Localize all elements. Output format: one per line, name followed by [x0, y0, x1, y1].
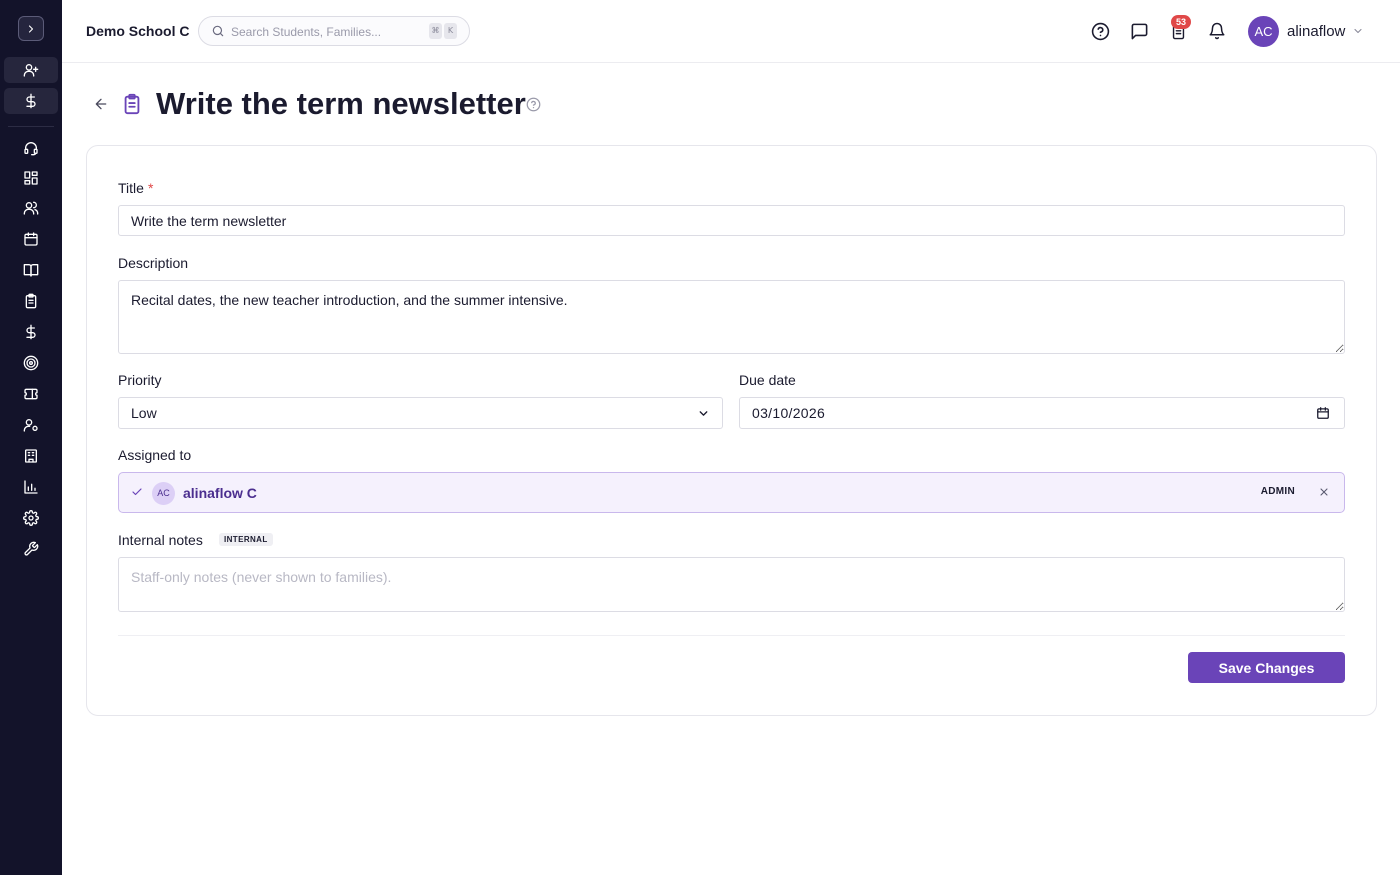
description-textarea[interactable]: Recital dates, the new teacher introduct… — [118, 280, 1345, 354]
sidebar-item-families[interactable] — [4, 195, 58, 221]
chevron-right-icon — [28, 24, 34, 33]
school-name: Demo School C — [86, 23, 190, 39]
title-label-text: Title — [118, 180, 144, 196]
gear-icon — [23, 510, 39, 526]
due-date-label: Due date — [739, 372, 796, 388]
message-square-icon — [1131, 23, 1147, 39]
sidebar-divider — [8, 126, 54, 127]
sidebar-item-staff[interactable] — [4, 412, 58, 438]
required-asterisk: * — [147, 180, 154, 196]
clipboard-icon — [121, 92, 143, 116]
help-button[interactable] — [1089, 20, 1111, 42]
top-header: Demo School C ⌘ K 53 AC alinaflow — [62, 0, 1400, 63]
help-circle-icon[interactable] — [526, 97, 541, 112]
sidebar-item-payments[interactable] — [4, 88, 58, 114]
title-label: Title * — [118, 180, 153, 196]
target-icon — [23, 355, 39, 371]
user-plus-icon — [23, 63, 39, 77]
dashboard-icon — [24, 171, 38, 185]
internal-notes-label: Internal notes — [118, 532, 203, 548]
page-title: Write the term newsletter — [156, 86, 526, 121]
assignee-role-badge: ADMIN — [1260, 486, 1295, 497]
user-avatar[interactable]: AC — [1248, 16, 1279, 47]
sidebar-item-tasks[interactable] — [4, 288, 58, 314]
sidebar-item-add-student[interactable] — [4, 57, 58, 83]
sidebar-item-dashboard[interactable] — [4, 165, 58, 191]
dollar-icon — [26, 93, 36, 109]
bell-icon — [1209, 22, 1225, 40]
search-box[interactable]: ⌘ K — [198, 16, 470, 46]
users-icon — [23, 201, 39, 215]
priority-selected-value: Low — [131, 405, 157, 421]
priority-select[interactable]: Low — [118, 397, 723, 429]
assigned-to-label: Assigned to — [118, 447, 192, 463]
check-icon — [131, 486, 143, 498]
ticket-icon — [24, 388, 38, 400]
internal-notes-textarea[interactable] — [118, 557, 1345, 612]
book-icon — [23, 264, 39, 277]
assignee-name: alinaflow C — [183, 485, 257, 501]
assignee-avatar: AC — [152, 482, 175, 505]
sidebar-item-support[interactable] — [4, 135, 58, 161]
sidebar-item-settings[interactable] — [4, 505, 58, 531]
sidebar-item-courses[interactable] — [4, 257, 58, 283]
sidebar-item-calendar[interactable] — [4, 226, 58, 252]
sidebar-item-reports[interactable] — [4, 474, 58, 500]
headset-icon — [24, 142, 38, 156]
arrow-left-icon — [95, 98, 107, 110]
internal-badge: INTERNAL — [219, 533, 273, 546]
sidebar-item-billing[interactable] — [4, 319, 58, 345]
due-date-input[interactable]: 03/10/2026 — [739, 397, 1345, 429]
chevron-down-icon — [697, 407, 710, 420]
shortcut-key-cmd: ⌘ — [429, 23, 442, 39]
search-input[interactable] — [231, 23, 421, 40]
search-icon — [211, 24, 225, 38]
back-button[interactable] — [93, 96, 109, 112]
due-date-value: 03/10/2026 — [752, 405, 826, 421]
sidebar — [0, 0, 62, 875]
expand-sidebar-button[interactable] — [18, 16, 44, 41]
notifications-button[interactable] — [1206, 20, 1228, 42]
save-changes-button[interactable]: Save Changes — [1188, 652, 1345, 683]
shortcut-key-k: K — [444, 23, 457, 39]
user-settings-icon — [23, 419, 38, 432]
help-circle-icon — [1091, 22, 1109, 40]
messages-button[interactable] — [1128, 20, 1150, 42]
calendar-icon — [24, 232, 38, 246]
calendar-icon[interactable] — [1316, 406, 1330, 420]
tasks-count-badge: 53 — [1171, 15, 1191, 29]
sidebar-item-tickets[interactable] — [4, 381, 58, 407]
clipboard-icon — [25, 293, 37, 309]
description-label: Description — [118, 255, 189, 271]
priority-label: Priority — [118, 372, 162, 388]
wrench-icon — [24, 541, 39, 556]
form-divider — [118, 635, 1345, 636]
chevron-down-icon[interactable] — [1352, 25, 1364, 37]
sidebar-item-locations[interactable] — [4, 443, 58, 469]
sidebar-item-goals[interactable] — [4, 350, 58, 376]
bar-chart-icon — [24, 480, 38, 494]
dollar-icon — [26, 324, 36, 340]
assignee-chip[interactable]: AC alinaflow C ADMIN — [118, 472, 1345, 513]
close-icon[interactable] — [1318, 486, 1330, 498]
building-icon — [25, 449, 37, 463]
user-menu-name[interactable]: alinaflow — [1287, 23, 1345, 40]
title-input[interactable] — [118, 205, 1345, 236]
sidebar-item-tools[interactable] — [4, 536, 58, 562]
